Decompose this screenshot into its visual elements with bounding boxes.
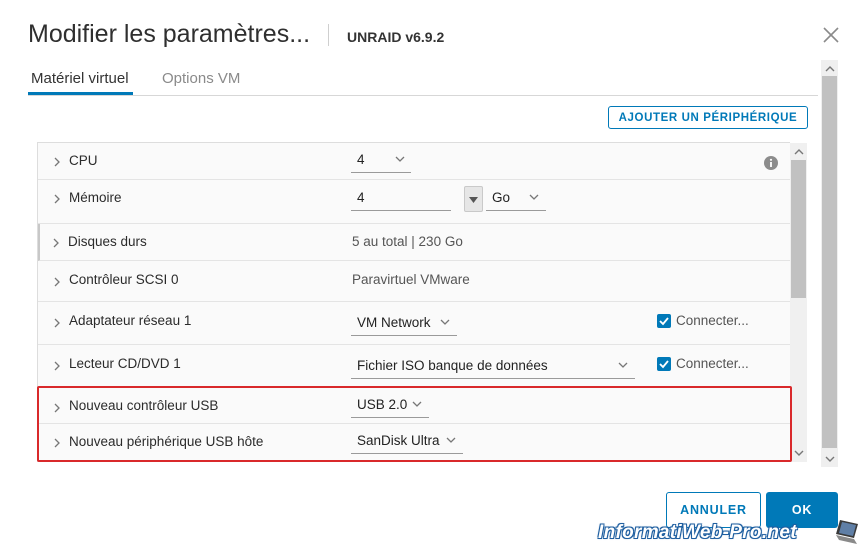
hardware-row-cpu[interactable]: CPU 4 (38, 143, 790, 180)
usb-device-select[interactable]: SanDisk Ultra (351, 433, 463, 454)
vm-name: UNRAID v6.9.2 (347, 29, 445, 45)
close-icon (823, 27, 839, 43)
caret-down-icon (469, 197, 478, 203)
chevron-right-icon[interactable] (52, 318, 62, 328)
checkmark-icon (659, 360, 669, 369)
watermark-text: InformatiWeb-Pro.net (598, 522, 797, 543)
disks-value: 5 au total | 230 Go (352, 234, 463, 249)
list-scroll-up-arrow[interactable] (790, 143, 807, 159)
chevron-right-icon[interactable] (52, 157, 62, 167)
usb-controller-select[interactable]: USB 2.0 (351, 397, 429, 418)
tab-bar-divider (28, 95, 818, 96)
scsi-label: Contrôleur SCSI 0 (69, 272, 179, 287)
memory-spinner-button[interactable] (464, 186, 483, 212)
network-label: Adaptateur réseau 1 (69, 313, 192, 328)
hardware-list-scrollbar[interactable] (790, 143, 807, 462)
cpu-label: CPU (69, 153, 98, 168)
memory-value: 4 (357, 190, 365, 205)
chevron-down-icon (395, 156, 405, 162)
dialog-scrollbar[interactable] (821, 60, 838, 467)
info-icon[interactable] (764, 156, 778, 170)
add-device-button[interactable]: AJOUTER UN PÉRIPHÉRIQUE (608, 106, 808, 129)
network-select[interactable]: VM Network (351, 315, 457, 336)
chevron-right-icon[interactable] (52, 277, 62, 287)
hardware-row-cdrom[interactable]: Lecteur CD/DVD 1 Fichier ISO banque de d… (38, 345, 790, 387)
scroll-down-arrow[interactable] (821, 451, 838, 467)
tab-vm-options[interactable]: Options VM (162, 70, 240, 93)
chevron-right-icon[interactable] (52, 361, 62, 371)
list-scroll-down-arrow[interactable] (790, 445, 807, 461)
disks-label: Disques durs (68, 234, 147, 249)
scrollbar-thumb[interactable] (822, 76, 837, 448)
network-connect-checkbox[interactable] (657, 314, 671, 328)
memory-unit-select[interactable]: Go (486, 190, 546, 211)
chevron-down-icon (412, 401, 422, 407)
hardware-row-network[interactable]: Adaptateur réseau 1 VM Network Connecter… (38, 302, 790, 345)
chevron-right-icon[interactable] (51, 238, 61, 248)
chevron-down-icon (446, 437, 456, 443)
usb-device-value: SanDisk Ultra (357, 433, 440, 448)
cdrom-connect-checkbox[interactable] (657, 357, 671, 371)
chevron-down-icon (825, 456, 834, 462)
memory-label: Mémoire (69, 190, 122, 205)
usb-controller-value: USB 2.0 (357, 397, 408, 412)
cdrom-select[interactable]: Fichier ISO banque de données (351, 358, 635, 379)
memory-input[interactable]: 4 (351, 190, 451, 211)
cpu-value: 4 (357, 152, 365, 167)
cdrom-value: Fichier ISO banque de données (357, 358, 548, 373)
scroll-up-arrow[interactable] (821, 60, 838, 76)
title-divider (328, 24, 329, 46)
memory-unit: Go (492, 190, 511, 205)
usb-device-label: Nouveau périphérique USB hôte (69, 434, 264, 449)
checkmark-icon (659, 317, 669, 326)
chevron-down-icon (794, 450, 803, 456)
chevron-down-icon (529, 194, 539, 200)
cdrom-label: Lecteur CD/DVD 1 (69, 356, 181, 371)
dialog-title: Modifier les paramètres... (28, 20, 311, 48)
chevron-up-icon (825, 65, 834, 71)
chevron-down-icon (440, 319, 450, 325)
tab-virtual-hardware[interactable]: Matériel virtuel (31, 70, 129, 93)
list-scrollbar-thumb[interactable] (791, 160, 806, 298)
hardware-row-scsi[interactable]: Contrôleur SCSI 0 Paravirtuel VMware (38, 261, 790, 302)
hardware-row-memory[interactable]: Mémoire 4 Go (38, 180, 790, 224)
chevron-right-icon[interactable] (52, 194, 62, 204)
cpu-select[interactable]: 4 (351, 152, 411, 173)
hardware-row-disks[interactable]: Disques durs 5 au total | 230 Go (38, 224, 790, 261)
usb-controller-label: Nouveau contrôleur USB (69, 398, 219, 413)
close-button[interactable] (820, 24, 842, 46)
network-value: VM Network (357, 315, 431, 330)
chevron-right-icon[interactable] (52, 403, 62, 413)
cdrom-connect-label[interactable]: Connecter... (676, 356, 749, 371)
scsi-value: Paravirtuel VMware (352, 272, 470, 287)
chevron-up-icon (794, 148, 803, 154)
hardware-row-usb-controller[interactable]: Nouveau contrôleur USB USB 2.0 (38, 387, 790, 424)
hardware-list: CPU 4 Mémoire 4 Go Disques durs 5 au tot… (37, 142, 790, 462)
chevron-right-icon[interactable] (52, 438, 62, 448)
hardware-row-usb-device[interactable]: Nouveau périphérique USB hôte SanDisk Ul… (38, 424, 790, 461)
laptop-logo-icon (836, 520, 858, 544)
network-connect-label[interactable]: Connecter... (676, 313, 749, 328)
chevron-down-icon (618, 362, 628, 368)
